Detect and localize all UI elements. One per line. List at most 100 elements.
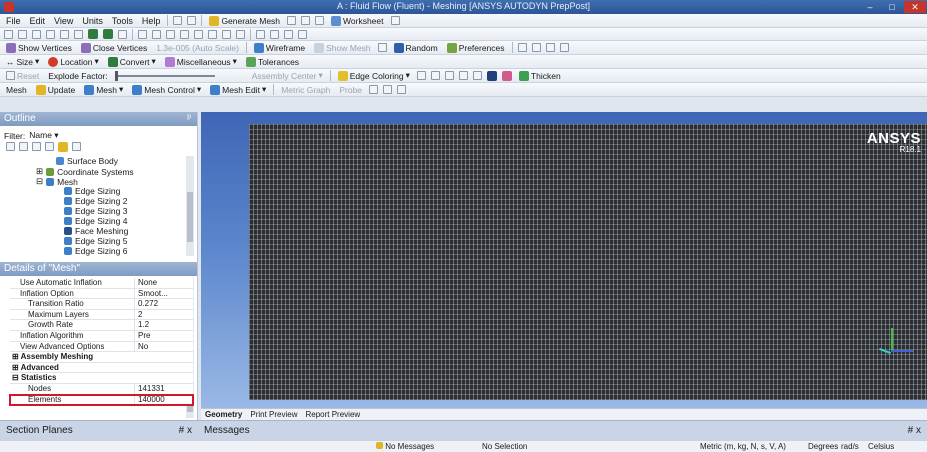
edge-style-5-icon[interactable] [472, 71, 482, 80]
miscellaneous-dropdown[interactable]: Miscellaneous ▾ [163, 56, 239, 67]
menu-tools[interactable]: Tools [110, 16, 135, 26]
expand-icon[interactable] [6, 142, 15, 151]
assembly-center-dropdown[interactable]: Assembly Center ▾ [250, 70, 325, 81]
details-row[interactable]: Use Automatic Inflation None [10, 278, 193, 289]
tab-report-preview[interactable]: Report Preview [305, 410, 360, 419]
new-icon[interactable] [173, 16, 183, 25]
element-face-icon[interactable] [88, 29, 98, 39]
select-body-icon[interactable] [60, 29, 69, 39]
edge-coloring-dropdown[interactable]: Edge Coloring ▾ [336, 70, 412, 81]
show-mesh-button[interactable]: Show Mesh [312, 42, 372, 53]
thin-icon[interactable] [501, 70, 512, 81]
next-view-icon[interactable] [284, 29, 293, 39]
details-row[interactable]: View Advanced Options No [10, 341, 193, 353]
panel-close-icon[interactable]: # x [908, 425, 921, 436]
details-row[interactable]: Maximum Layers 2 [10, 309, 193, 321]
folder-icon[interactable] [58, 142, 68, 152]
maximize-button[interactable]: □ [882, 1, 902, 13]
triad-axes-icon[interactable] [873, 324, 913, 364]
snap-3-icon[interactable] [545, 43, 555, 52]
tree-icon[interactable] [32, 142, 41, 151]
details-group-advanced[interactable]: ⊞ Advanced [10, 362, 193, 374]
auto-scale-field[interactable]: 1.3e-005 (Auto Scale) [154, 43, 241, 53]
magnifier-icon[interactable] [208, 29, 217, 39]
tree-item-edge-sizing-2[interactable]: Edge Sizing 2 [64, 196, 127, 206]
select-face-icon[interactable] [46, 29, 55, 39]
location-dropdown[interactable]: Location ▾ [46, 56, 100, 67]
arrow-icon[interactable] [377, 43, 387, 52]
tab-print-preview[interactable]: Print Preview [250, 410, 297, 419]
status-units[interactable]: Metric (m, kg, N, s, V, A) [700, 442, 786, 451]
edge-style-4-icon[interactable] [458, 71, 468, 80]
convert-dropdown[interactable]: Convert ▾ [106, 56, 158, 67]
mesh-edit-dropdown[interactable]: Mesh Edit ▾ [208, 84, 268, 95]
select-edge-icon[interactable] [18, 29, 27, 39]
menu-edit[interactable]: Edit [28, 16, 48, 26]
tree-item-edge-sizing[interactable]: Edge Sizing [64, 186, 120, 196]
zoom-fit-icon[interactable] [194, 29, 203, 39]
details-row[interactable]: Inflation Option Smoot... [10, 288, 193, 300]
details-row-elements[interactable]: Elements 140000 [9, 393, 194, 407]
minimize-button[interactable]: – [860, 1, 880, 13]
preferences-button[interactable]: Preferences [445, 42, 507, 53]
edge-style-3-icon[interactable] [444, 71, 454, 80]
select-point-icon[interactable] [4, 29, 13, 39]
previous-view-icon[interactable] [270, 29, 279, 39]
chart-icon[interactable] [301, 16, 311, 25]
select-node-icon[interactable] [74, 29, 83, 39]
snap-2-icon[interactable] [531, 43, 541, 52]
zoom-in-icon[interactable] [222, 29, 231, 39]
tree-item-edge-sizing-4[interactable]: Edge Sizing 4 [64, 216, 127, 226]
menu-help[interactable]: Help [140, 16, 163, 26]
zoom-icon[interactable] [166, 29, 175, 39]
pin-icon[interactable]: ᵖ [187, 112, 191, 126]
frame-icon[interactable] [298, 29, 307, 39]
extend-icon[interactable] [118, 29, 127, 39]
pin-icon[interactable] [486, 70, 497, 81]
tree-item-edge-sizing-3[interactable]: Edge Sizing 3 [64, 206, 127, 216]
pan-icon[interactable] [152, 29, 161, 39]
tree-item-surface-body[interactable]: Surface Body [56, 156, 118, 166]
letter-icon[interactable] [315, 16, 325, 25]
status-messages[interactable]: No Messages [376, 442, 434, 451]
outline-scrollbar[interactable] [186, 156, 194, 256]
tolerances-button[interactable]: Tolerances [244, 56, 301, 67]
probe-button[interactable]: Probe [337, 85, 364, 95]
snap-1-icon[interactable] [517, 43, 527, 52]
rotate-icon[interactable] [138, 29, 147, 39]
tree-item-edge-sizing-5[interactable]: Edge Sizing 5 [64, 236, 127, 246]
collapse-icon[interactable] [19, 142, 28, 151]
panel-close-icon[interactable]: # x [179, 425, 192, 436]
show-vertices-button[interactable]: Show Vertices [4, 42, 74, 53]
tab-geometry[interactable]: Geometry [205, 410, 242, 419]
filter-icon[interactable] [45, 142, 54, 151]
wireframe-button[interactable]: Wireframe [252, 42, 307, 53]
tree-item-face-meshing[interactable]: Face Meshing [64, 226, 128, 236]
filter-select[interactable]: Name ▾ [29, 130, 89, 141]
metric-graph-button[interactable]: Metric Graph [279, 85, 332, 95]
status-degrees[interactable]: Degrees [808, 442, 838, 451]
probe-2-icon[interactable] [383, 85, 393, 94]
menu-view[interactable]: View [52, 16, 75, 26]
worksheet-button[interactable]: Worksheet [329, 15, 385, 26]
iso-view-icon[interactable] [256, 29, 265, 39]
details-row[interactable]: Transition Ratio 0.272 [10, 299, 193, 310]
tree-item-edge-sizing-6[interactable]: Edge Sizing 6 [64, 246, 127, 256]
edge-style-2-icon[interactable] [430, 71, 440, 80]
status-temperature[interactable]: Celsius [868, 442, 894, 451]
details-group-assembly-meshing[interactable]: ⊞ Assembly Meshing [10, 352, 193, 363]
generate-mesh-button[interactable]: Generate Mesh [207, 15, 282, 26]
snap-4-icon[interactable] [559, 43, 569, 52]
zoom-out-icon[interactable] [236, 29, 245, 39]
close-vertices-button[interactable]: Close Vertices [79, 42, 149, 53]
mesh-control-dropdown[interactable]: Mesh Control ▾ [130, 84, 203, 95]
gear-icon[interactable] [397, 85, 407, 94]
sort-icon[interactable] [72, 142, 81, 151]
details-row[interactable]: Inflation Algorithm Pre [10, 330, 193, 342]
reset-button[interactable]: Reset [4, 71, 41, 81]
element-body-icon[interactable] [103, 29, 113, 39]
explode-slider[interactable] [114, 70, 215, 81]
status-rads[interactable]: rad/s [841, 442, 859, 451]
select-icon[interactable] [187, 16, 197, 25]
random-button[interactable]: Random [392, 42, 440, 53]
